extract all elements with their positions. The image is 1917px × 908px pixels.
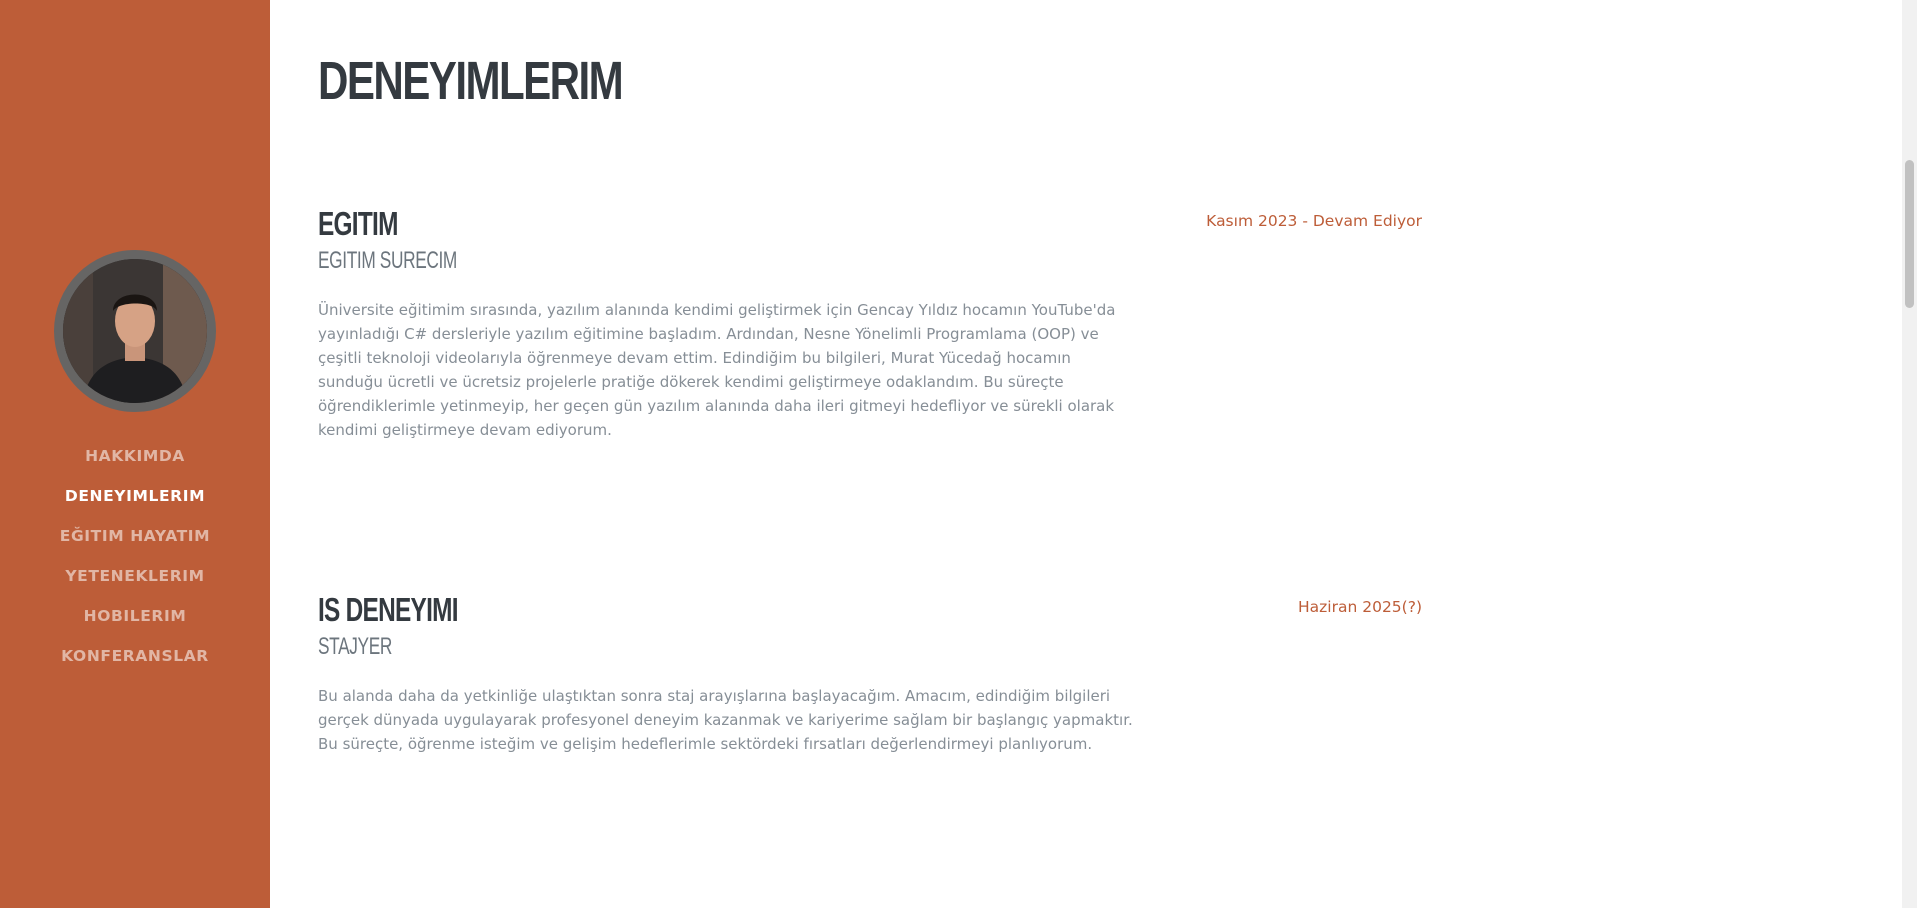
section-date: Haziran 2025(?): [1298, 598, 1422, 616]
nav-item-deneyimlerim: DENEYIMLERIM: [60, 476, 210, 516]
avatar[interactable]: [54, 250, 216, 412]
page-scrollbar[interactable]: [1902, 0, 1917, 908]
nav-link-deneyimlerim[interactable]: DENEYIMLERIM: [65, 487, 205, 505]
nav-link-egitim-hayatim[interactable]: EĞITIM HAYATIM: [60, 527, 210, 545]
nav-link-hakkimda[interactable]: HAKKIMDA: [85, 447, 185, 465]
experience-section-work: IS DENEYIMI STAJYER Bu alanda daha da ye…: [318, 590, 1422, 756]
avatar-photo-icon: [63, 259, 207, 403]
nav-link-yeteneklerim[interactable]: YETENEKLERIM: [65, 567, 204, 585]
nav-link-hobilerim[interactable]: HOBILERIM: [84, 607, 187, 625]
page-title: DENEYIMLERIM: [318, 51, 624, 111]
nav-item-hakkimda: HAKKIMDA: [60, 436, 210, 476]
nav-item-yeteneklerim: YETENEKLERIM: [60, 556, 210, 596]
section-subheading: STAJYER: [318, 633, 392, 660]
scrollbar-thumb[interactable]: [1905, 160, 1914, 308]
nav-link-konferanslar[interactable]: KONFERANSLAR: [61, 647, 209, 665]
section-body: Üniversite eğitimim sırasında, yazılım a…: [318, 301, 1116, 439]
main-content: DENEYIMLERIM EGITIM EGITIM SURECIM Ünive…: [270, 0, 1902, 908]
nav-item-hobilerim: HOBILERIM: [60, 596, 210, 636]
sidebar: HAKKIMDA DENEYIMLERIM EĞITIM HAYATIM YET…: [0, 0, 270, 908]
section-heading: IS DENEYIMI: [318, 591, 459, 628]
section-body: Bu alanda daha da yetkinliğe ulaştıktan …: [318, 687, 1133, 753]
experience-section-education: EGITIM EGITIM SURECIM Üniversite eğitimi…: [318, 204, 1422, 442]
nav-item-egitim-hayatim: EĞITIM HAYATIM: [60, 516, 210, 556]
section-date: Kasım 2023 - Devam Ediyor: [1206, 212, 1422, 230]
section-heading: EGITIM: [318, 205, 398, 242]
section-subheading: EGITIM SURECIM: [318, 247, 457, 274]
nav-item-konferanslar: KONFERANSLAR: [60, 636, 210, 676]
sidebar-nav: HAKKIMDA DENEYIMLERIM EĞITIM HAYATIM YET…: [60, 436, 210, 676]
